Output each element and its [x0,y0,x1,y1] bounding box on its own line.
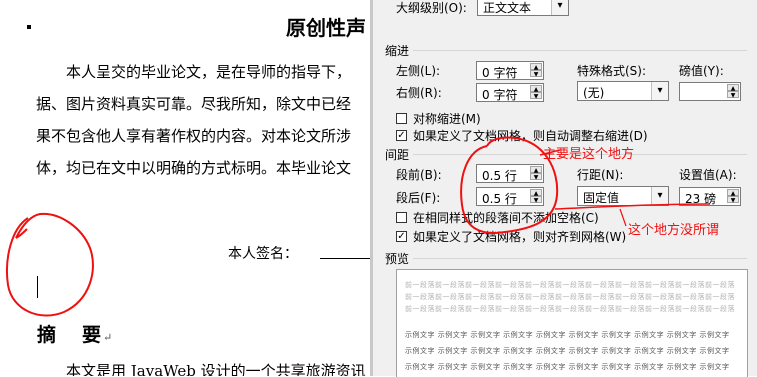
annotation-overlay [6,136,711,317]
annotation-connector [619,208,627,227]
annotation-circle-spacing [460,136,559,234]
annotation-circle-cursor [6,212,94,317]
annotation-underline-line-spacing [554,203,711,210]
